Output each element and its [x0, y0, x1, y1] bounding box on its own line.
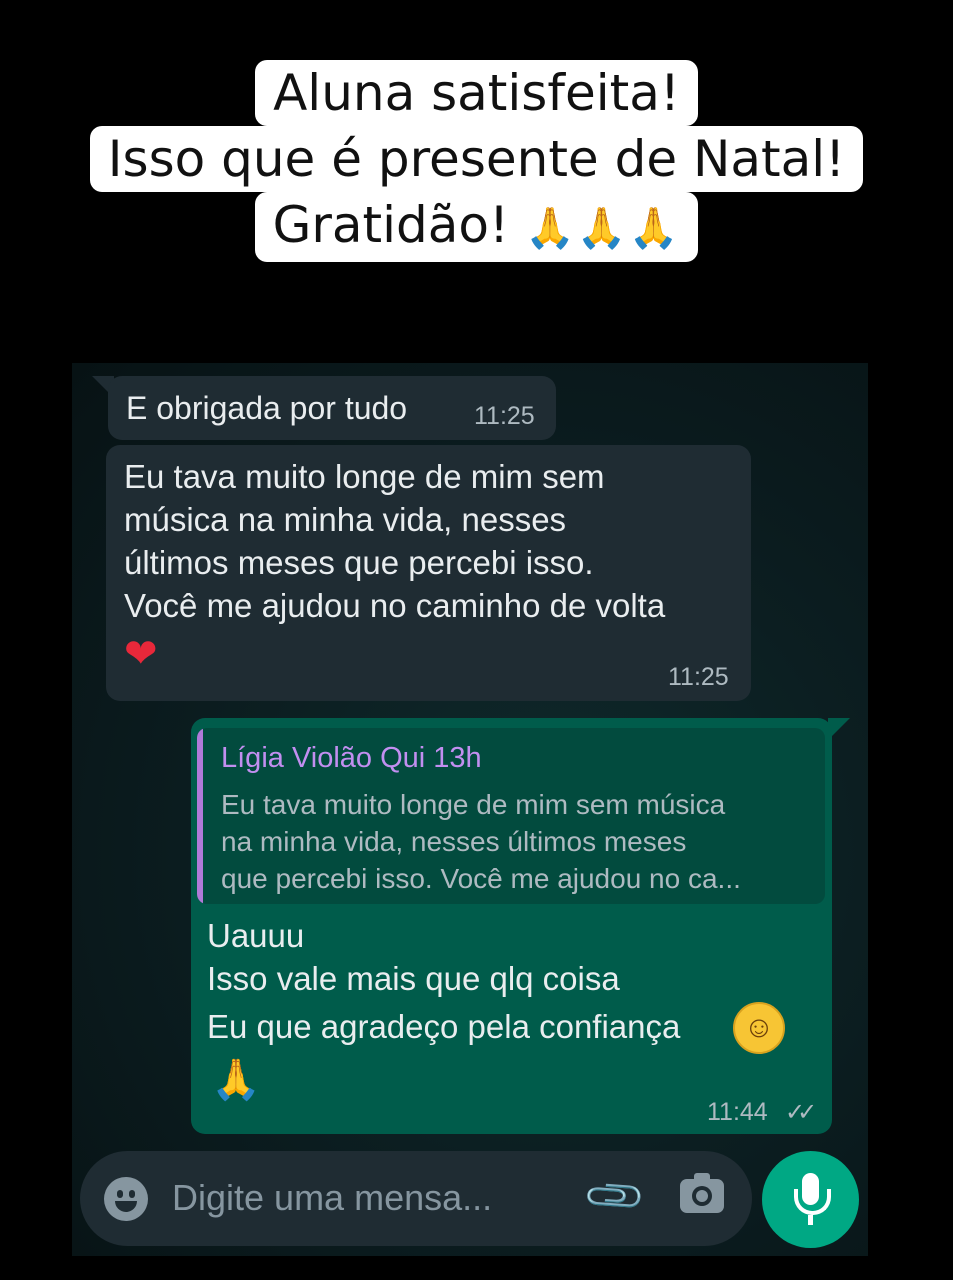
incoming-message[interactable]: Eu tava muito longe de mim sem música na… [106, 445, 751, 701]
message-line: Você me ajudou no caminho de volta [124, 587, 666, 624]
camera-icon[interactable] [680, 1173, 724, 1213]
quote-line: que percebi isso. Você me ajudou no ca..… [221, 863, 741, 894]
quote-line: Eu tava muito longe de mim sem música [221, 789, 726, 820]
emoji-icon[interactable] [104, 1177, 148, 1221]
caption-line-2: Isso que é presente de Natal! [89, 126, 864, 192]
double-check-icon: ✓✓ [785, 1099, 817, 1126]
caption-line-1: Aluna satisfeita! [255, 60, 698, 126]
heart-icon: ❤ [124, 632, 158, 676]
message-time: 11:25 [668, 663, 729, 691]
quote-bar [197, 728, 203, 904]
message-time: 11:44 [707, 1098, 768, 1126]
emoji-mouth [115, 1201, 137, 1212]
outgoing-message[interactable]: Lígia Violão Qui 13h Eu tava muito longe… [191, 718, 832, 1134]
microphone-arc [794, 1189, 831, 1215]
message-text: Uauuu Isso vale mais que qlq coisa [207, 914, 620, 1000]
message-line: últimos meses que percebi isso. [124, 544, 594, 581]
emoji-eye [117, 1190, 123, 1198]
quoted-message[interactable]: Lígia Violão Qui 13h Eu tava muito longe… [197, 728, 825, 904]
message-input[interactable]: Digite uma mensa... [172, 1177, 492, 1219]
quote-author: Lígia Violão Qui 13h [221, 742, 482, 774]
message-line: Uauuu [207, 917, 305, 954]
caption: Aluna satisfeita! Isso que é presente de… [0, 60, 953, 262]
caption-line-3: Gratidão! 🙏🙏🙏 [254, 192, 699, 262]
praying-hands-icon: 🙏 [211, 1058, 261, 1102]
message-text: E obrigada por tudo [126, 390, 408, 426]
microphone-stem [808, 1215, 813, 1225]
message-time: 11:25 [474, 402, 535, 430]
camera-lens-inner [696, 1190, 708, 1202]
chat-panel: E obrigada por tudo 11:25 Eu tava muito … [72, 363, 868, 1256]
incoming-message[interactable]: E obrigada por tudo 11:25 [108, 376, 556, 440]
message-line: música na minha vida, nesses [124, 501, 567, 538]
microphone-button[interactable] [762, 1151, 859, 1248]
message-line: Eu que agradeço pela confiança [207, 1008, 681, 1045]
camera-top [694, 1173, 710, 1181]
message-composer: Digite uma mensa... 📎 [80, 1151, 752, 1246]
paperclip-icon[interactable]: 📎 [581, 1162, 649, 1230]
caption-line-3-text: Gratidão! [272, 196, 510, 254]
message-line: Isso vale mais que qlq coisa [207, 960, 620, 997]
smiling-face-icon: ☺ [733, 1002, 785, 1054]
emoji-eye [129, 1190, 135, 1198]
praying-hands-icon: 🙏🙏🙏 [524, 205, 681, 252]
message-text: Eu tava muito longe de mim sem música na… [124, 455, 744, 627]
quote-text: Eu tava muito longe de mim sem música na… [221, 786, 811, 897]
message-line: Eu tava muito longe de mim sem [124, 458, 605, 495]
quote-line: na minha vida, nesses últimos meses [221, 826, 687, 857]
